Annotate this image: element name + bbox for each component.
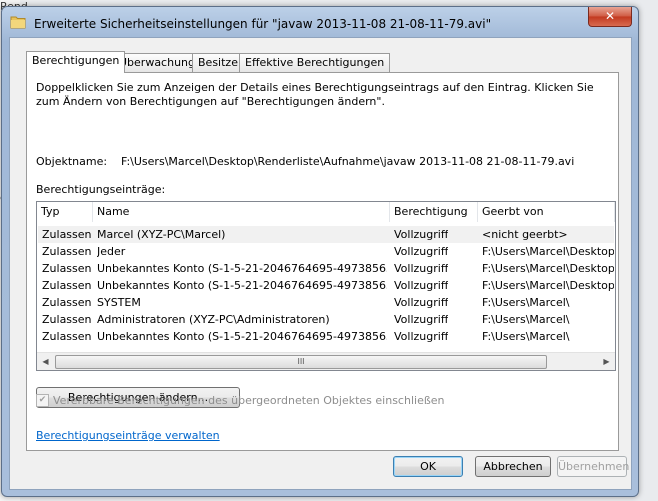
permission-entries-label: Berechtigungseinträge: <box>36 183 166 196</box>
cell-typ: Zulassen <box>42 262 92 275</box>
cell-berechtigung: Vollzugriff <box>394 330 449 343</box>
list-header: Typ Name Berechtigung Geerbt von <box>37 202 615 222</box>
cancel-button[interactable]: Abbrechen <box>475 456 551 477</box>
manage-entries-link[interactable]: Berechtigungseinträge verwalten <box>36 429 220 442</box>
tab-ueberwachung[interactable]: Überwachung <box>113 53 202 72</box>
cell-name: Unbekanntes Konto (S-1-5-21-2046764695-4… <box>97 279 387 292</box>
dialog-body: Berechtigungen Überwachung Besitzer Effe… <box>9 37 632 490</box>
object-name-value: F:\Users\Marcel\Desktop\Renderliste\Aufn… <box>121 155 575 168</box>
cell-typ: Zulassen <box>42 245 92 258</box>
cell-berechtigung: Vollzugriff <box>394 228 449 241</box>
scroll-right-icon[interactable]: ▶ <box>598 353 615 370</box>
cell-berechtigung: Vollzugriff <box>394 313 449 326</box>
apply-button[interactable]: Übernehmen <box>557 456 629 477</box>
tab-berechtigungen[interactable]: Berechtigungen <box>26 51 126 73</box>
cell-name: Administratoren (XYZ-PC\Administratoren) <box>97 313 330 326</box>
cell-typ: Zulassen <box>42 296 92 309</box>
cell-name: Unbekanntes Konto (S-1-5-21-2046764695-4… <box>97 330 387 343</box>
instructions-text: Doppelklicken Sie zum Anzeigen der Detai… <box>36 81 594 108</box>
table-row[interactable]: Zulassen Unbekanntes Konto (S-1-5-21-204… <box>38 277 614 294</box>
permissions-panel: Doppelklicken Sie zum Anzeigen der Detai… <box>26 72 619 451</box>
cell-geerbt-von: <nicht geerbt> <box>482 228 568 241</box>
column-header-name[interactable]: Name <box>93 202 390 222</box>
cell-typ: Zulassen <box>42 330 92 343</box>
cell-geerbt-von: F:\Users\Marcel\ <box>482 330 570 343</box>
table-row[interactable]: Zulassen Unbekanntes Konto (S-1-5-21-204… <box>38 260 614 277</box>
column-header-geerbt-von[interactable]: Geerbt von <box>478 202 615 222</box>
ok-button[interactable]: OK <box>393 456 463 477</box>
column-header-typ[interactable]: Typ <box>37 202 93 222</box>
checkmark-icon: ✔ <box>36 394 49 407</box>
close-button[interactable]: ✕ <box>588 7 632 27</box>
title-bar[interactable]: Erweiterte Sicherheitseinstellungen für … <box>2 7 638 37</box>
cell-geerbt-von: F:\Users\Marcel\Desktop\R <box>482 245 614 258</box>
folder-icon <box>10 16 26 29</box>
scroll-left-icon[interactable]: ◀ <box>37 353 54 370</box>
cell-berechtigung: Vollzugriff <box>394 245 449 258</box>
cell-typ: Zulassen <box>42 228 92 241</box>
cell-geerbt-von: F:\Users\Marcel\ <box>482 296 570 309</box>
cell-berechtigung: Vollzugriff <box>394 296 449 309</box>
table-row[interactable]: Zulassen Administratoren (XYZ-PC\Adminis… <box>38 311 614 328</box>
table-row[interactable]: Zulassen Marcel (XYZ-PC\Marcel) Vollzugr… <box>38 226 614 243</box>
table-row[interactable]: Zulassen SYSTEM Vollzugriff F:\Users\Mar… <box>38 294 614 311</box>
security-settings-dialog: Erweiterte Sicherheitseinstellungen für … <box>1 6 639 497</box>
window-title: Erweiterte Sicherheitseinstellungen für … <box>34 17 492 31</box>
cell-geerbt-von: F:\Users\Marcel\ <box>482 313 570 326</box>
horizontal-scrollbar[interactable]: ◀ III ▶ <box>37 352 615 370</box>
cell-name: Jeder <box>97 245 126 258</box>
scroll-thumb[interactable]: III <box>55 355 547 369</box>
cell-name: Unbekanntes Konto (S-1-5-21-2046764695-4… <box>97 262 387 275</box>
cell-berechtigung: Vollzugriff <box>394 279 449 292</box>
cell-typ: Zulassen <box>42 279 92 292</box>
column-header-berechtigung[interactable]: Berechtigung <box>390 202 478 222</box>
object-name-label: Objektname: <box>36 155 108 168</box>
cell-name: Marcel (XYZ-PC\Marcel) <box>97 228 226 241</box>
cell-berechtigung: Vollzugriff <box>394 262 449 275</box>
table-row[interactable]: Zulassen Unbekanntes Konto (S-1-5-21-204… <box>38 328 614 345</box>
cell-geerbt-von: F:\Users\Marcel\Desktop\R <box>482 279 614 292</box>
tab-effektive-berechtigungen[interactable]: Effektive Berechtigungen <box>239 53 391 72</box>
table-row[interactable]: Zulassen Jeder Vollzugriff F:\Users\Marc… <box>38 243 614 260</box>
cell-name: SYSTEM <box>97 296 141 309</box>
cell-geerbt-von: F:\Users\Marcel\Desktop\R <box>482 262 614 275</box>
cell-typ: Zulassen <box>42 313 92 326</box>
permission-entries-list[interactable]: Typ Name Berechtigung Geerbt von Zulasse… <box>36 201 616 371</box>
inherit-permissions-label: Vererbbare Berechtigungen des übergeordn… <box>53 394 445 407</box>
